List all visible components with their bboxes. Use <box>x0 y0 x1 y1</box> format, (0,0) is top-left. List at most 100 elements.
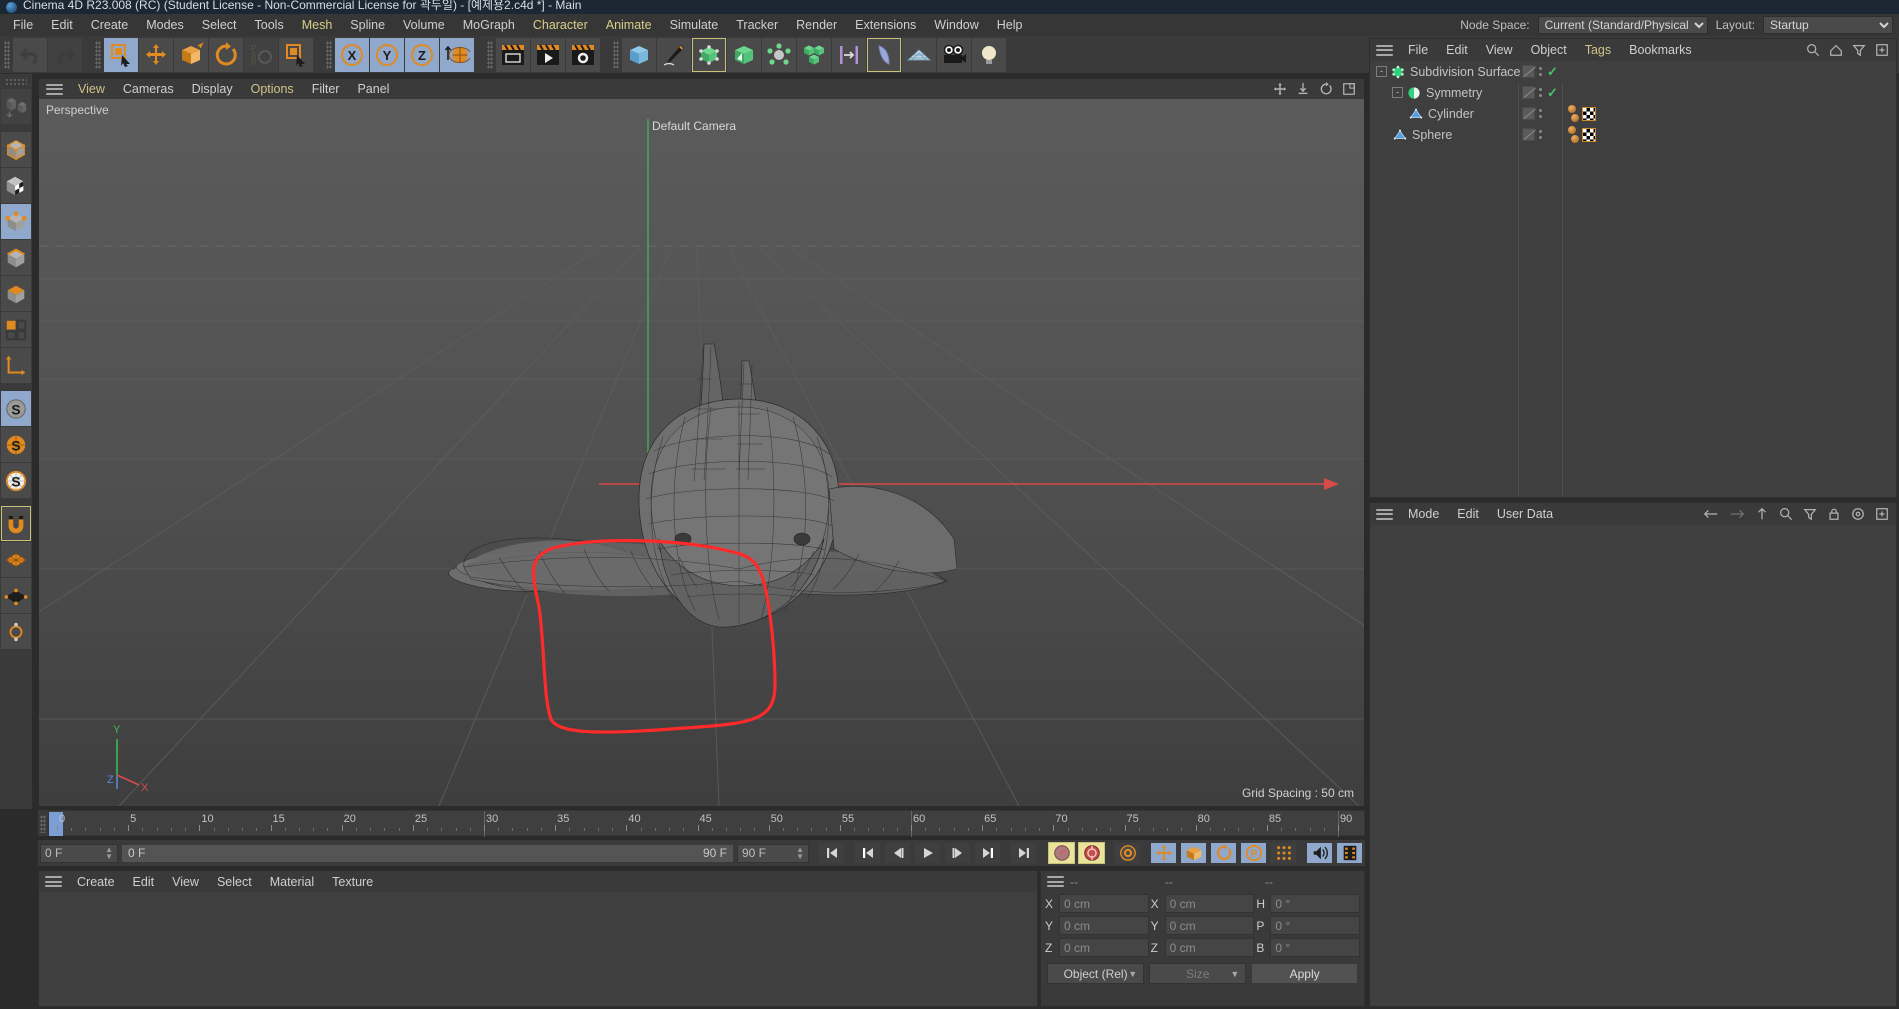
record-point-level-icon[interactable] <box>1270 842 1297 864</box>
field-icon[interactable] <box>867 37 901 72</box>
object-manager-hamburger-icon[interactable] <box>1376 44 1393 56</box>
node-space-select[interactable]: Current (Standard/Physical) <box>1537 16 1708 34</box>
toolbar-grip[interactable] <box>326 40 332 69</box>
attribute-manager-menubar[interactable]: Mode Edit User Data <box>1370 503 1896 525</box>
attribute-manager-body[interactable] <box>1370 525 1896 1006</box>
viewport-menubar[interactable]: View Cameras Display Options Filter Pane… <box>39 79 1364 99</box>
menu-item-character[interactable]: Character <box>524 16 597 34</box>
snap-settings-icon[interactable]: S <box>1 427 31 462</box>
object-menu-view[interactable]: View <box>1477 42 1522 58</box>
layout-select[interactable]: Startup <box>1763 16 1893 34</box>
menu-item-tools[interactable]: Tools <box>246 16 293 34</box>
axis-modify-icon[interactable] <box>1 348 31 383</box>
coord-position-z-field[interactable]: 0 cm <box>1059 938 1149 957</box>
object-material-tags[interactable] <box>1568 126 1596 143</box>
menu-item-edit[interactable]: Edit <box>42 16 82 34</box>
coord-mode-select[interactable]: Object (Rel) ▼ <box>1047 963 1145 984</box>
go-to-next-keyframe-icon[interactable] <box>974 842 1001 864</box>
object-tag-group[interactable]: ✓ <box>1522 64 1558 80</box>
menu-item-create[interactable]: Create <box>82 16 138 34</box>
render-settings-icon[interactable] <box>566 37 600 72</box>
select-icon[interactable] <box>279 37 313 72</box>
main-menubar[interactable]: File Edit Create Modes Select Tools Mesh… <box>0 14 1899 36</box>
record-active-objects-icon[interactable] <box>1048 842 1075 864</box>
material-manager-body[interactable] <box>39 892 1037 1006</box>
object-menu-tags[interactable]: Tags <box>1576 42 1620 58</box>
uv-mesh-icon[interactable] <box>1 578 31 613</box>
menu-item-tracker[interactable]: Tracker <box>727 16 787 34</box>
attribute-menu-mode[interactable]: Mode <box>1399 506 1448 522</box>
current-frame-spinner[interactable]: ▲ ▼ <box>105 846 113 861</box>
object-menu-object[interactable]: Object <box>1522 42 1576 58</box>
floor-icon[interactable] <box>902 37 936 72</box>
menu-item-volume[interactable]: Volume <box>394 16 454 34</box>
make-editable-icon[interactable] <box>1 89 31 124</box>
rotate-icon[interactable] <box>209 37 243 72</box>
record-parameter-icon[interactable]: P <box>1240 842 1267 864</box>
coord-apply-button[interactable]: Apply <box>1251 963 1358 984</box>
points-mode-icon[interactable] <box>1 204 31 239</box>
record-position-icon[interactable] <box>1150 842 1177 864</box>
material-menu-edit[interactable]: Edit <box>124 874 164 890</box>
autokeying-icon[interactable] <box>1078 842 1105 864</box>
expander-toggle[interactable]: - <box>1392 87 1403 98</box>
filmstrip-icon[interactable] <box>1336 842 1363 864</box>
coord-size-y-field[interactable]: 0 cm <box>1164 916 1255 935</box>
viewport-solo-icon[interactable] <box>1 312 31 347</box>
texture-mode-icon[interactable] <box>1 168 31 203</box>
home-icon[interactable] <box>1829 43 1843 57</box>
camera-icon[interactable] <box>937 37 971 72</box>
powerslider-bar[interactable]: 0 F ▲ ▼ 0 F 90 F 90 F ▲ ▼ P <box>38 840 1365 866</box>
instance-icon[interactable] <box>832 37 866 72</box>
viewport-menu-display[interactable]: Display <box>183 81 242 97</box>
check-icon[interactable]: ✓ <box>1547 64 1558 80</box>
viewport-hamburger-icon[interactable] <box>46 83 63 95</box>
z-axis-icon[interactable]: Z <box>405 37 439 72</box>
light-icon[interactable] <box>972 37 1006 72</box>
bend-deformer-icon[interactable] <box>727 37 761 72</box>
go-to-start-icon[interactable] <box>818 842 845 864</box>
add-icon[interactable] <box>1875 507 1889 521</box>
menu-item-render[interactable]: Render <box>787 16 846 34</box>
add-icon[interactable] <box>1875 43 1889 57</box>
object-menu-edit[interactable]: Edit <box>1437 42 1477 58</box>
texture-tag-icon[interactable] <box>1582 127 1596 142</box>
enable-snap-icon[interactable]: S <box>1 391 31 426</box>
visibility-dot-icon[interactable] <box>1522 107 1535 120</box>
visibility-dot-icon[interactable] <box>1522 128 1535 141</box>
subdivision-surface-icon[interactable] <box>692 37 726 72</box>
move-icon[interactable] <box>139 37 173 72</box>
maximize-view-icon[interactable] <box>1342 82 1356 96</box>
coord-size-x-field[interactable]: 0 cm <box>1164 894 1255 913</box>
menu-item-extensions[interactable]: Extensions <box>846 16 925 34</box>
keyframe-settings-icon[interactable] <box>1114 842 1141 864</box>
psr-icon[interactable]: PSR <box>244 37 278 72</box>
timeline-ruler-bar[interactable]: 0 5 10 15 20 25 30 35 40 45 50 55 60 65 70 75 80 85 90 <box>38 810 1365 837</box>
phong-tag-icon[interactable] <box>1568 105 1579 122</box>
record-scale-icon[interactable] <box>1180 842 1207 864</box>
menu-item-simulate[interactable]: Simulate <box>661 16 728 34</box>
object-row-sphere[interactable]: Sphere <box>1370 124 1896 145</box>
select-live-icon[interactable] <box>104 37 138 72</box>
menu-item-select[interactable]: Select <box>193 16 246 34</box>
left-toolbar[interactable]: S S S <box>0 74 32 809</box>
sound-icon[interactable] <box>1306 842 1333 864</box>
visibility-dots-icon[interactable] <box>1539 128 1543 141</box>
attribute-manager[interactable]: Mode Edit User Data <box>1369 502 1897 1007</box>
viewport-menu-view[interactable]: View <box>69 81 114 97</box>
menu-item-modes[interactable]: Modes <box>137 16 193 34</box>
coord-position-y-field[interactable]: 0 cm <box>1059 916 1149 935</box>
viewport-menu-options[interactable]: Options <box>242 81 303 97</box>
model-mode-icon[interactable] <box>1 132 31 167</box>
toolbar-grip[interactable] <box>487 40 493 69</box>
toolbar-grip[interactable] <box>613 40 619 69</box>
rotate-view-icon[interactable] <box>1319 82 1333 96</box>
attribute-manager-hamburger-icon[interactable] <box>1376 508 1393 520</box>
texture-grid-icon[interactable] <box>1 542 31 577</box>
timeline-grip[interactable] <box>40 815 46 833</box>
expander-toggle[interactable]: - <box>1376 66 1387 77</box>
step-back-icon[interactable] <box>884 842 911 864</box>
menu-item-spline[interactable]: Spline <box>341 16 394 34</box>
pan-icon[interactable] <box>1273 82 1287 96</box>
object-manager-menubar[interactable]: File Edit View Object Tags Bookmarks <box>1370 39 1896 61</box>
